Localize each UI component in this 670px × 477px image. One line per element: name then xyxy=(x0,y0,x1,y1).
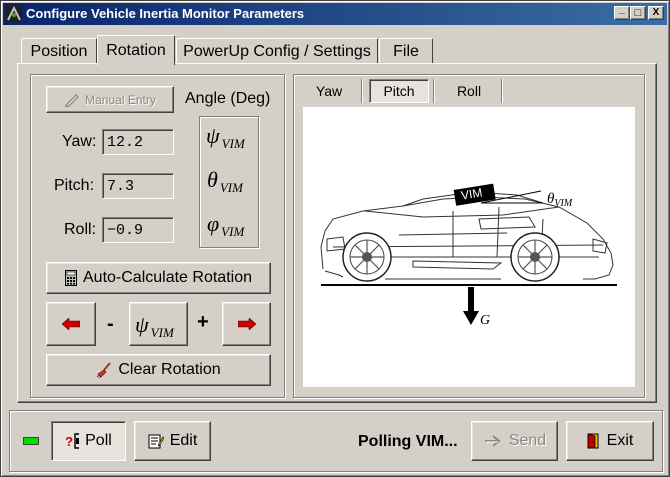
subtab-yaw-label: Yaw xyxy=(315,83,343,99)
subtab-pitch-label: Pitch xyxy=(383,83,415,99)
minimize-button[interactable]: _ xyxy=(614,4,630,20)
clear-rotation-label: Clear Rotation xyxy=(118,361,221,378)
minimize-icon: _ xyxy=(619,4,625,15)
pitch-view-canvas: VIM θVIM G xyxy=(303,107,635,387)
tab-powerup-config[interactable]: PowerUp Config / Settings xyxy=(176,38,378,64)
subtab-yaw[interactable]: Yaw xyxy=(303,79,355,103)
send-button[interactable]: Send xyxy=(471,421,558,461)
tab-position[interactable]: Position xyxy=(21,38,97,64)
pitch-label: Pitch: xyxy=(54,177,95,194)
roll-label: Roll: xyxy=(64,221,97,238)
tab-rotation-label: Rotation xyxy=(106,41,166,59)
vehicle-side-illustration xyxy=(320,183,617,325)
status-led xyxy=(23,437,39,445)
tab-rotation[interactable]: Rotation xyxy=(97,35,175,65)
gravity-arrow-head xyxy=(463,311,479,325)
status-text: Polling VIM... xyxy=(358,433,458,450)
title-bar[interactable]: Configure Vehicle Inertia Monitor Parame… xyxy=(3,3,667,25)
main-window: Configure Vehicle Inertia Monitor Parame… xyxy=(0,0,670,477)
increment-button[interactable] xyxy=(222,302,271,346)
roll-input[interactable]: −0.9 xyxy=(102,217,174,243)
tab-powerup-label: PowerUp Config / Settings xyxy=(183,42,371,60)
rear-wheel xyxy=(342,232,392,282)
subtab-roll[interactable]: Roll xyxy=(441,79,497,103)
auto-calculate-label: Auto-Calculate Rotation xyxy=(83,269,252,286)
arrow-right-icon xyxy=(237,318,256,330)
arrow-left-icon xyxy=(62,318,80,330)
maximize-icon: □ xyxy=(634,6,642,19)
angle-header: Angle (Deg) xyxy=(185,90,271,107)
exit-button[interactable]: Exit xyxy=(566,421,654,461)
send-label: Send xyxy=(508,432,547,449)
theta-vim-label: θ VIM xyxy=(207,167,243,195)
phi-vim-label: φ VIM xyxy=(207,211,245,239)
tab-file[interactable]: File xyxy=(379,38,433,64)
poll-label: Poll xyxy=(85,432,112,449)
clear-rotation-button[interactable]: Clear Rotation xyxy=(46,354,271,386)
plus-label: + xyxy=(197,311,209,333)
yaw-input[interactable]: 12.2 xyxy=(102,129,174,155)
close-icon: X xyxy=(652,7,660,18)
subtab-divider xyxy=(501,79,503,103)
edit-label: Edit xyxy=(169,432,198,449)
tab-file-label: File xyxy=(393,42,419,60)
yaw-label: Yaw: xyxy=(62,133,97,150)
psi-vim-label: ψ VIM xyxy=(206,123,245,151)
window-title: Configure Vehicle Inertia Monitor Parame… xyxy=(26,6,305,21)
manual-entry-label: Manual Entry xyxy=(85,92,156,107)
maximize-button[interactable]: □ xyxy=(630,6,646,20)
poll-icon: ? xyxy=(65,433,81,449)
calculator-icon xyxy=(65,270,77,286)
poll-button[interactable]: ? Poll xyxy=(51,421,126,461)
app-icon xyxy=(6,5,22,22)
step-psi-vim-label: ψ VIM xyxy=(135,312,174,340)
gravity-label: G xyxy=(480,313,491,328)
pitch-input[interactable]: 7.3 xyxy=(102,173,174,199)
subtab-pitch[interactable]: Pitch xyxy=(369,79,429,103)
pencil-icon xyxy=(64,93,80,107)
subtab-divider xyxy=(361,79,363,103)
tab-position-label: Position xyxy=(30,42,88,60)
subtab-roll-label: Roll xyxy=(456,83,482,99)
front-wheel xyxy=(510,232,560,282)
theta-vim-annotation: θVIM xyxy=(547,191,573,209)
minus-label: - xyxy=(107,313,114,335)
subtab-divider xyxy=(433,79,435,103)
edit-icon xyxy=(148,433,164,449)
exit-label: Exit xyxy=(606,432,634,449)
manual-entry-button[interactable]: Manual Entry xyxy=(46,86,174,113)
exit-door-icon xyxy=(587,433,601,449)
edit-button[interactable]: Edit xyxy=(134,421,211,461)
send-icon xyxy=(483,434,503,448)
close-button[interactable]: X xyxy=(648,6,664,20)
decrement-button[interactable] xyxy=(46,302,96,346)
auto-calculate-rotation-button[interactable]: Auto-Calculate Rotation xyxy=(46,262,271,294)
broom-icon xyxy=(96,362,112,378)
